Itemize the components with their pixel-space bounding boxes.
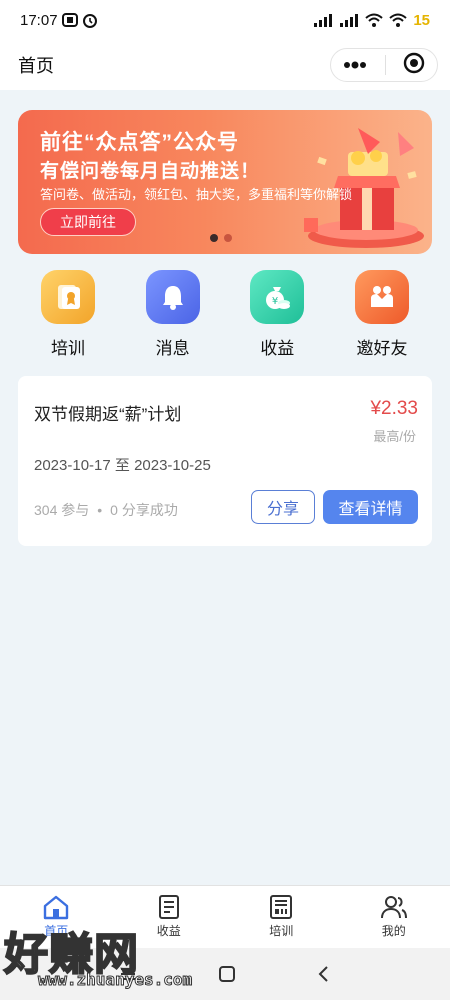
wifi-icon xyxy=(365,13,383,27)
status-time: 17:07 xyxy=(20,11,58,29)
quick-action-label: 培训 xyxy=(51,339,85,358)
status-bar: 17:07 15 xyxy=(0,0,450,40)
banner-description: 答问卷、做活动，领红包、抽大奖，多重福利等你解锁 xyxy=(40,187,353,202)
signal-icon xyxy=(314,14,333,27)
tab-training[interactable]: 培训 xyxy=(225,886,337,948)
campaign-price-note: 最高/份 xyxy=(373,429,416,444)
carousel-dot[interactable] xyxy=(224,234,232,242)
campaign-price: ¥2.33 xyxy=(370,398,418,419)
quick-action-label: 邀好友 xyxy=(356,339,408,358)
tab-label: 培训 xyxy=(269,924,294,938)
campaign-stats: 304 参与 • 0 分享成功 xyxy=(34,500,178,520)
quick-action-label: 收益 xyxy=(260,339,295,358)
navbar: 首页 xyxy=(0,40,450,90)
quick-action-label: 消息 xyxy=(155,339,190,358)
bell-icon xyxy=(145,270,200,324)
share-button[interactable]: 分享 xyxy=(251,490,315,524)
participant-count: 304 参与 xyxy=(34,502,90,518)
tab-label: 我的 xyxy=(381,924,406,938)
back-chevron-icon[interactable] xyxy=(316,965,332,983)
certificate-icon xyxy=(41,270,95,324)
quick-actions: 培训 消息 ¥ 收益 邀好友 xyxy=(18,270,432,360)
money-bag-icon: ¥ xyxy=(250,270,305,324)
banner-subtitle: 有偿问卷每月自动推送！ xyxy=(40,161,261,182)
training-book-icon xyxy=(270,895,293,919)
quick-action-earnings[interactable]: ¥ 收益 xyxy=(227,270,327,360)
quick-action-messages[interactable]: 消息 xyxy=(123,270,223,360)
stats-separator: • xyxy=(97,502,103,518)
handshake-icon xyxy=(354,270,409,324)
banner-title: 前往“众点答”公众号 xyxy=(40,131,239,154)
watermark-logo: 好赚网 www.zhuanyes.com xyxy=(0,918,200,998)
campaign-dates: 2023-10-17 至 2023-10-25 xyxy=(34,457,211,474)
campaign-title: 双节假期返“薪”计划 xyxy=(34,405,182,424)
quick-action-invite[interactable]: 邀好友 xyxy=(332,270,432,360)
share-success-count: 0 分享成功 xyxy=(110,502,178,518)
signal-icon-2 xyxy=(340,14,359,27)
more-dots-icon[interactable] xyxy=(343,56,367,74)
promo-banner[interactable]: 前往“众点答”公众号 有偿问卷每月自动推送！ 答问卷、做活动，领红包、抽大奖，多… xyxy=(18,110,432,254)
capsule-divider xyxy=(384,55,386,75)
status-right: 15 xyxy=(313,12,430,29)
miniprogram-capsule xyxy=(330,48,438,82)
tab-profile[interactable]: 我的 xyxy=(338,886,450,948)
watermark-url: www.zhuanyes.com xyxy=(37,970,193,990)
page-title: 首页 xyxy=(18,56,54,76)
campaign-card[interactable]: 双节假期返“薪”计划 ¥2.33 最高/份 2023-10-17 至 2023-… xyxy=(18,376,432,546)
go-now-button[interactable]: 立即前往 xyxy=(40,208,136,236)
carousel-indicators xyxy=(210,234,232,242)
status-left: 17:07 xyxy=(20,12,98,29)
users-icon xyxy=(380,896,407,919)
alarm-icon xyxy=(82,14,97,28)
notification-icon xyxy=(61,13,78,27)
target-circle-icon[interactable] xyxy=(403,52,425,79)
document-icon xyxy=(158,895,179,919)
view-details-button[interactable]: 查看详情 xyxy=(323,490,418,524)
wifi-icon-2 xyxy=(389,13,407,27)
svg-text:¥: ¥ xyxy=(272,296,278,307)
quick-action-training[interactable]: 培训 xyxy=(18,270,118,360)
home-icon xyxy=(44,895,69,920)
carousel-dot-active[interactable] xyxy=(210,234,218,242)
battery-level: 15 xyxy=(413,11,430,29)
home-square-icon[interactable] xyxy=(218,965,236,983)
